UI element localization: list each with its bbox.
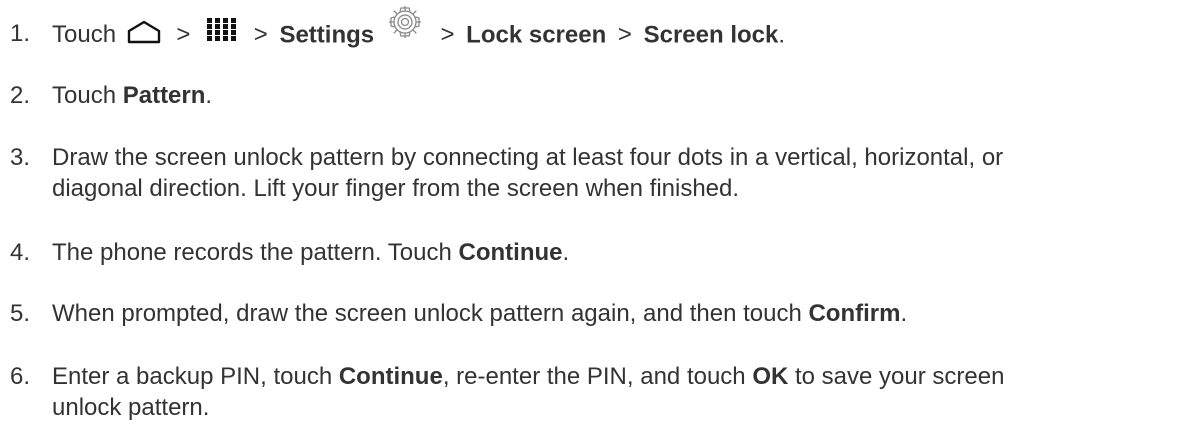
settings-label: Settings xyxy=(279,21,375,49)
step-body: Enter a backup PIN, touch xyxy=(52,363,339,390)
step-text: Touch Pattern. xyxy=(52,80,1170,111)
step-6: 6. Enter a backup PIN, touch Continue, r… xyxy=(10,361,1170,423)
step-2: 2. Touch Pattern. xyxy=(10,80,1170,111)
period: . xyxy=(900,300,908,327)
step-body: to save your screen xyxy=(788,363,1005,390)
step-number: 6. xyxy=(10,363,31,390)
step-number: 5. xyxy=(10,300,31,327)
continue-label: Continue xyxy=(338,363,443,390)
step-number: 1. xyxy=(10,20,31,47)
apps-icon xyxy=(207,18,237,41)
separator: > xyxy=(617,21,632,49)
step-4: 4. The phone records the pattern. Touch … xyxy=(10,237,1170,268)
period: . xyxy=(205,82,213,109)
step-5: 5. When prompted, draw the screen unlock… xyxy=(10,298,1170,329)
continue-label: Continue xyxy=(458,239,563,266)
step-3: 3. Draw the screen unlock pattern by con… xyxy=(10,142,1170,204)
text-touch: Touch xyxy=(52,21,117,49)
step-number: 4. xyxy=(10,239,31,266)
step-text-line-1: Draw the screen unlock pattern by connec… xyxy=(52,144,1004,171)
step-text: Draw the screen unlock pattern by connec… xyxy=(52,142,1170,204)
text-touch: Touch xyxy=(52,82,123,109)
step-text: When prompted, draw the screen unlock pa… xyxy=(52,298,1170,329)
ok-label: OK xyxy=(752,363,789,390)
step-body: , re-enter the PIN, and touch xyxy=(442,363,753,390)
step-text-line-2: diagonal direction. Lift your finger fro… xyxy=(52,175,740,202)
separator: > xyxy=(176,21,191,49)
separator: > xyxy=(440,21,455,49)
pattern-label: Pattern xyxy=(122,82,206,109)
period: . xyxy=(562,239,570,266)
lock-screen-label: Lock screen xyxy=(466,21,607,49)
step-text-line-2: unlock pattern. xyxy=(52,394,210,421)
step-1: 1. Touch > > Settings > Lock screen > Sc… xyxy=(10,6,1170,54)
home-icon xyxy=(127,20,160,44)
separator: > xyxy=(253,21,268,49)
step-text: Touch > > Settings > Lock screen > Scree… xyxy=(52,6,1170,54)
step-body: When prompted, draw the screen unlock pa… xyxy=(52,300,809,327)
step-body: The phone records the pattern. Touch xyxy=(52,239,459,266)
step-number: 3. xyxy=(10,144,31,171)
step-text: Enter a backup PIN, touch Continue, re-e… xyxy=(52,361,1170,423)
screen-lock-label: Screen lock xyxy=(643,21,779,49)
step-text-line-1: Enter a backup PIN, touch Continue, re-e… xyxy=(52,361,1170,392)
period: . xyxy=(778,21,786,49)
confirm-label: Confirm xyxy=(808,300,901,327)
step-text: The phone records the pattern. Touch Con… xyxy=(52,237,1170,268)
gear-icon xyxy=(388,6,421,38)
step-number: 2. xyxy=(10,82,31,109)
